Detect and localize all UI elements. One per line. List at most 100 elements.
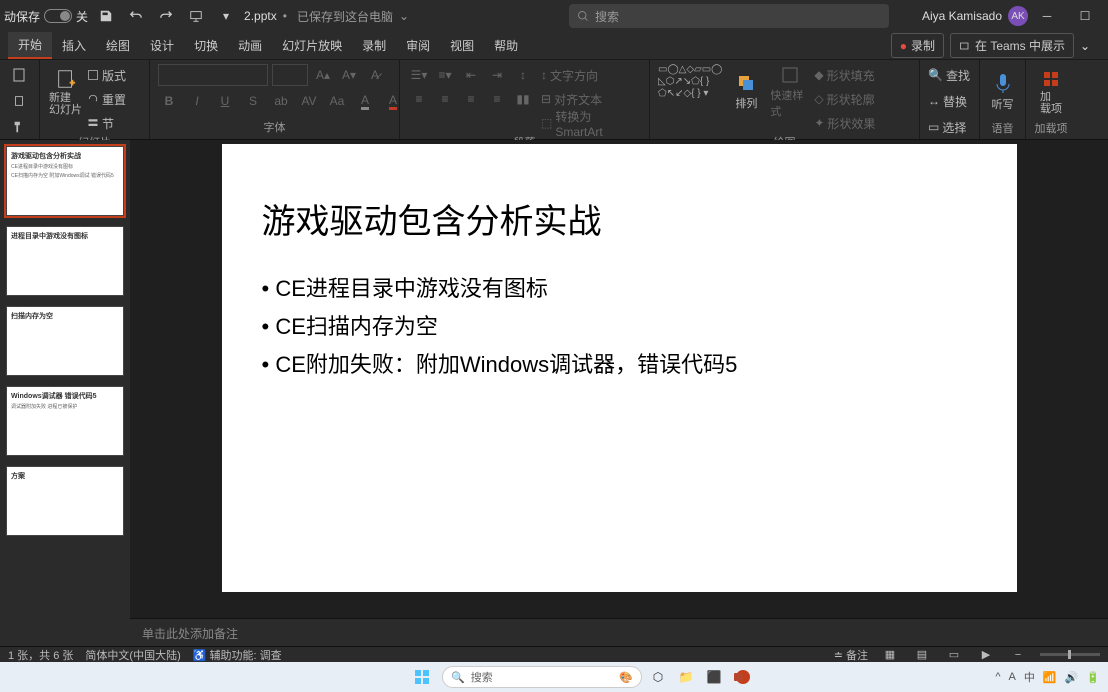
- shape-fill-button[interactable]: ◆ 形状填充: [814, 64, 886, 86]
- reading-view-icon[interactable]: ▭: [944, 648, 964, 662]
- maximize-button[interactable]: ☐: [1066, 2, 1104, 30]
- layout-button[interactable]: 版式: [87, 64, 141, 86]
- bullet-1[interactable]: CE进程目录中游戏没有图标: [262, 271, 977, 303]
- char-spacing-icon[interactable]: AV: [298, 90, 320, 112]
- clipboard-icon[interactable]: [8, 90, 30, 112]
- numbering-icon[interactable]: ≡▾: [434, 64, 456, 86]
- change-case-icon[interactable]: Aa: [326, 90, 348, 112]
- bullet-3[interactable]: CE附加失败：附加Windows调试器，错误代码5: [262, 347, 977, 379]
- taskbar-search[interactable]: 🔍 搜索🎨: [442, 666, 642, 688]
- slide-counter[interactable]: 1 张，共 6 张: [8, 647, 73, 663]
- bullet-2[interactable]: CE扫描内存为空: [262, 309, 977, 341]
- notes-pane[interactable]: 单击此处添加备注: [130, 618, 1108, 646]
- tray-ime-icon[interactable]: 中: [1024, 669, 1035, 685]
- redo-icon[interactable]: [154, 4, 178, 28]
- tray-battery-icon[interactable]: 🔋: [1086, 671, 1100, 684]
- increase-font-icon[interactable]: A▴: [312, 64, 334, 86]
- slide-editor[interactable]: 游戏驱动包含分析实战 CE进程目录中游戏没有图标 CE扫描内存为空 CE附加失败…: [130, 140, 1108, 618]
- smartart-button[interactable]: ⬚ 转换为 SmartArt: [541, 112, 641, 134]
- decrease-font-icon[interactable]: A▾: [338, 64, 360, 86]
- tab-slideshow[interactable]: 幻灯片放映: [272, 33, 352, 58]
- font-size-select[interactable]: [272, 64, 308, 86]
- tab-insert[interactable]: 插入: [52, 33, 96, 58]
- clear-format-icon[interactable]: A̷: [364, 64, 386, 86]
- text-direction-button[interactable]: ↕ 文字方向: [541, 64, 641, 86]
- minimize-button[interactable]: ─: [1028, 2, 1066, 30]
- tray-lang-icon[interactable]: A: [1009, 671, 1016, 683]
- tab-home[interactable]: 开始: [8, 32, 52, 59]
- arrange-button[interactable]: 排列: [726, 64, 766, 120]
- system-tray[interactable]: ^ A 中 📶 🔊 🔋: [995, 669, 1100, 685]
- tray-volume-icon[interactable]: 🔊: [1065, 671, 1079, 684]
- tab-review[interactable]: 审阅: [396, 33, 440, 58]
- font-family-select[interactable]: [158, 64, 268, 86]
- save-icon[interactable]: [94, 4, 118, 28]
- zoom-slider[interactable]: [1040, 653, 1100, 656]
- thumbnail-2[interactable]: 进程目录中游戏没有图标: [6, 226, 124, 296]
- undo-icon[interactable]: [124, 4, 148, 28]
- format-painter-icon[interactable]: [8, 116, 30, 138]
- shape-outline-button[interactable]: ◇ 形状轮廓: [814, 88, 886, 110]
- reset-button[interactable]: 重置: [87, 88, 141, 110]
- italic-button[interactable]: I: [186, 90, 208, 112]
- columns-icon[interactable]: ▮▮: [512, 88, 534, 110]
- present-icon[interactable]: [184, 4, 208, 28]
- normal-view-icon[interactable]: ▦: [880, 648, 900, 662]
- bullets-icon[interactable]: ☰▾: [408, 64, 430, 86]
- shadow-button[interactable]: ab: [270, 90, 292, 112]
- user-account[interactable]: Aiya Kamisado AK: [922, 6, 1028, 26]
- tray-chevron-icon[interactable]: ^: [995, 671, 1000, 683]
- taskbar-powerpoint-icon[interactable]: [730, 666, 754, 688]
- thumbnail-1[interactable]: 游戏驱动包含分析实战 CE进程目录中游戏没有图标 CE扫描内存为空 附加Wind…: [6, 146, 124, 216]
- indent-left-icon[interactable]: ⇤: [460, 64, 482, 86]
- qat-dropdown-icon[interactable]: ▾: [214, 4, 238, 28]
- select-button[interactable]: ▭ 选择: [928, 116, 978, 138]
- find-button[interactable]: 🔍 查找: [928, 64, 978, 86]
- file-name[interactable]: 2.pptx: [244, 9, 277, 23]
- slideshow-view-icon[interactable]: ▶: [976, 648, 996, 662]
- thumbnail-3[interactable]: 扫描内存为空: [6, 306, 124, 376]
- section-button[interactable]: 节: [87, 112, 141, 134]
- paste-button[interactable]: [8, 64, 30, 86]
- toggle-switch[interactable]: [44, 9, 72, 23]
- justify-icon[interactable]: ≡: [486, 88, 508, 110]
- language-status[interactable]: 简体中文(中国大陆): [85, 647, 180, 663]
- taskbar-copilot-icon[interactable]: ⬡: [646, 666, 670, 688]
- thumbnail-5[interactable]: 方案: [6, 466, 124, 536]
- start-button[interactable]: [408, 666, 436, 688]
- slide-thumbnails-panel[interactable]: 游戏驱动包含分析实战 CE进程目录中游戏没有图标 CE扫描内存为空 附加Wind…: [0, 140, 130, 646]
- taskbar-app-icon[interactable]: ⬛: [702, 666, 726, 688]
- teams-present-button[interactable]: 在 Teams 中展示: [950, 33, 1074, 58]
- slide-content[interactable]: CE进程目录中游戏没有图标 CE扫描内存为空 CE附加失败：附加Windows调…: [262, 271, 977, 379]
- addins-button[interactable]: 加 载项: [1034, 64, 1068, 120]
- tab-record[interactable]: 录制: [352, 33, 396, 58]
- autosave-toggle[interactable]: 动保存 关: [4, 8, 88, 25]
- line-spacing-icon[interactable]: ↕: [512, 64, 534, 86]
- dictate-button[interactable]: 听写: [988, 64, 1017, 120]
- tray-wifi-icon[interactable]: 📶: [1043, 671, 1057, 684]
- search-box[interactable]: 搜索: [569, 4, 889, 28]
- tab-animations[interactable]: 动画: [228, 33, 272, 58]
- tab-help[interactable]: 帮助: [484, 33, 528, 58]
- align-center-icon[interactable]: ≡: [434, 88, 456, 110]
- quick-styles-button[interactable]: 快速样式: [770, 64, 810, 120]
- align-right-icon[interactable]: ≡: [460, 88, 482, 110]
- tab-draw[interactable]: 绘图: [96, 33, 140, 58]
- indent-right-icon[interactable]: ⇥: [486, 64, 508, 86]
- shapes-gallery[interactable]: ▭◯△◇▱▭◯ ◺⬡↗↘⬠{ } ⬠↖↙◇{ } ▾: [658, 64, 722, 99]
- tab-view[interactable]: 视图: [440, 33, 484, 58]
- new-slide-button[interactable]: 新建 幻灯片: [48, 64, 83, 120]
- collapse-ribbon-icon[interactable]: ⌄: [1080, 39, 1100, 53]
- notes-toggle[interactable]: ≐ 备注: [834, 647, 868, 663]
- slide-title[interactable]: 游戏驱动包含分析实战: [262, 194, 977, 243]
- sorter-view-icon[interactable]: ▤: [912, 648, 932, 662]
- strike-button[interactable]: S: [242, 90, 264, 112]
- align-left-icon[interactable]: ≡: [408, 88, 430, 110]
- slide-canvas[interactable]: 游戏驱动包含分析实战 CE进程目录中游戏没有图标 CE扫描内存为空 CE附加失败…: [222, 144, 1017, 592]
- replace-button[interactable]: ↔ 替换: [928, 90, 978, 112]
- zoom-out-icon[interactable]: −: [1008, 648, 1028, 662]
- highlight-icon[interactable]: A: [354, 90, 376, 112]
- accessibility-status[interactable]: ♿ 辅助功能: 调查: [193, 647, 282, 663]
- shape-effects-button[interactable]: ✦ 形状效果: [814, 112, 886, 134]
- bold-button[interactable]: B: [158, 90, 180, 112]
